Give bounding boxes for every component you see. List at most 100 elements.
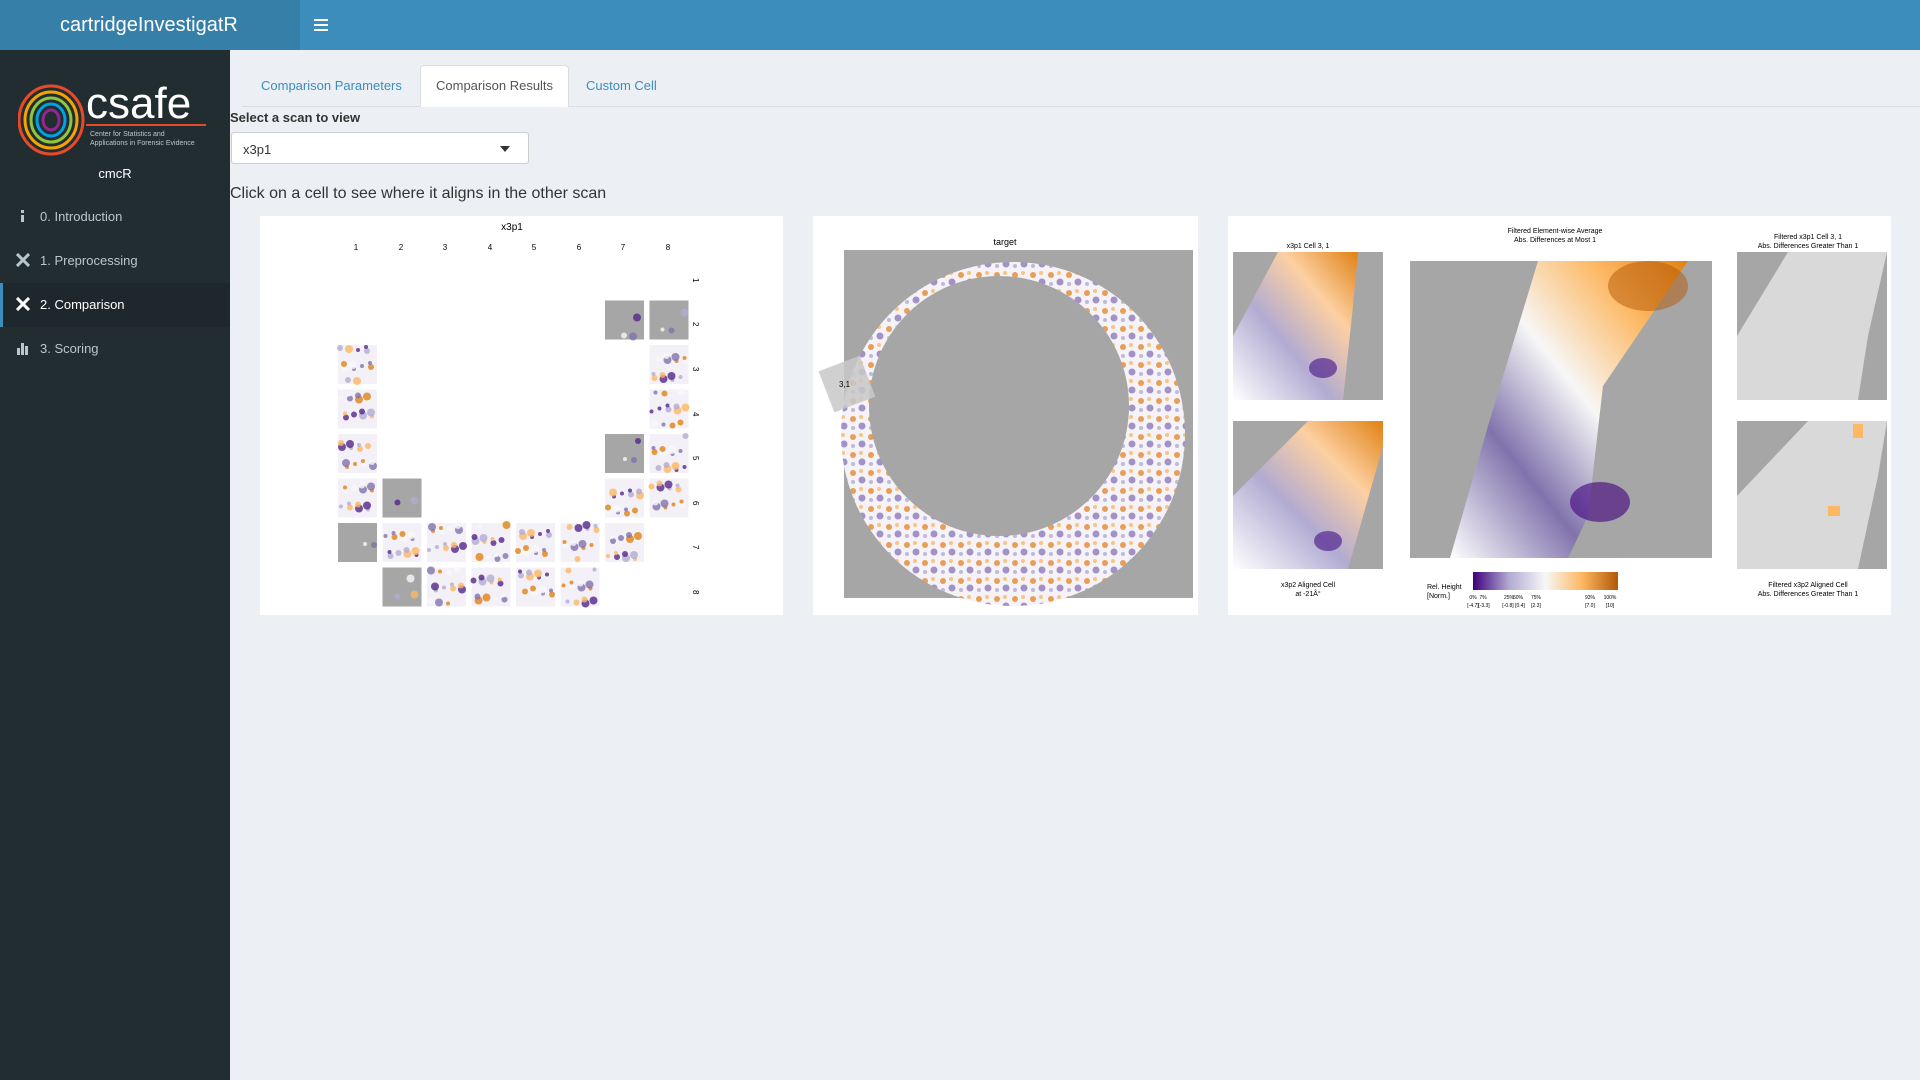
sidebar-item-scoring[interactable]: 3. Scoring — [0, 327, 230, 371]
sidebar-menu: 0. Introduction 1. Preprocessing 2. Comp… — [0, 195, 230, 371]
sidebar-item-introduction[interactable]: 0. Introduction — [0, 195, 230, 239]
grid-cell[interactable] — [649, 345, 689, 384]
target-plot: target 3,1 — [813, 216, 1198, 615]
right-bottom-title-line1: Filtered x3p2 Aligned Cell — [1768, 582, 1848, 589]
grid-cell[interactable] — [338, 434, 377, 473]
cell-grid-svg[interactable]: x3p1 1 2 3 4 5 6 7 8 1 2 3 4 5 6 7 8 — [260, 216, 783, 615]
app-title: cartridgeInvestigatR — [60, 14, 238, 36]
center-title-line2: Abs. Differences at Most 1 — [1514, 237, 1596, 244]
svg-text:0%: 0% — [1469, 595, 1477, 601]
scan-select-value: x3p1 — [243, 142, 272, 157]
cell-grid-plot[interactable]: x3p1 1 2 3 4 5 6 7 8 1 2 3 4 5 6 7 8 — [260, 216, 783, 615]
grid-cell[interactable] — [605, 523, 644, 562]
sidebar-subtitle: cmcR — [98, 166, 132, 181]
svg-text:2: 2 — [691, 322, 700, 327]
grid-cell[interactable] — [649, 300, 689, 340]
bar-chart-icon — [17, 343, 28, 355]
right-top-title-line1: Filtered x3p1 Cell 3, 1 — [1774, 234, 1842, 241]
tools-icon — [16, 253, 30, 267]
svg-text:Applications in Forensic Evide: Applications in Forensic Evidence — [90, 140, 195, 147]
svg-text:Rel. Height: Rel. Height — [1427, 584, 1462, 591]
grid-cell[interactable] — [338, 523, 377, 562]
left-top-title: x3p1 Cell 3, 1 — [1287, 243, 1330, 250]
svg-text:5: 5 — [532, 243, 537, 252]
grid-cell[interactable] — [382, 478, 422, 518]
grid-plot-title: x3p1 — [501, 222, 523, 233]
scan-select[interactable]: x3p1 — [231, 132, 529, 164]
tab-comparison-parameters[interactable]: Comparison Parameters — [245, 65, 418, 106]
csafe-logo: csafe Center for Statistics and Applicat… — [17, 68, 213, 168]
aligned-cell-label: 3,1 — [839, 380, 851, 389]
svg-text:50%: 50% — [1513, 595, 1524, 601]
grid-cell[interactable] — [337, 345, 377, 385]
sidebar-item-label: 3. Scoring — [40, 341, 99, 356]
svg-text:[Norm.]: [Norm.] — [1427, 593, 1450, 600]
center-title-line1: Filtered Element-wise Average — [1508, 228, 1603, 235]
grid-cell[interactable] — [471, 521, 511, 562]
height-legend: Rel. Height [Norm.] 0% 7% 25% 50% 75% 93… — [1427, 572, 1618, 609]
svg-text:4: 4 — [488, 243, 493, 252]
sidebar-item-preprocessing[interactable]: 1. Preprocessing — [0, 239, 230, 283]
sidebar-item-label: 2. Comparison — [40, 297, 125, 312]
grid-cell[interactable] — [515, 523, 555, 562]
svg-text:7: 7 — [691, 545, 700, 550]
grid-cell[interactable] — [338, 389, 377, 429]
svg-text:1: 1 — [354, 243, 359, 252]
sidebar-item-label: 1. Preprocessing — [40, 253, 138, 268]
sidebar-item-comparison[interactable]: 2. Comparison — [0, 283, 230, 327]
right-top-title-line2: Abs. Differences Greater Than 1 — [1758, 243, 1859, 250]
app-logo[interactable]: cartridgeInvestigatR — [0, 0, 300, 50]
grid-cell[interactable] — [649, 433, 689, 473]
grid-cell[interactable] — [560, 567, 600, 608]
svg-text:100%: 100% — [1604, 595, 1617, 601]
svg-text:Center for Statistics and: Center for Statistics and — [90, 131, 165, 138]
svg-text:8: 8 — [666, 243, 671, 252]
grid-cell[interactable] — [605, 434, 644, 473]
svg-text:7: 7 — [621, 243, 626, 252]
svg-text:3: 3 — [443, 243, 448, 252]
grid-cell[interactable] — [605, 478, 644, 518]
left-bottom-title-line1: x3p2 Aligned Cell — [1281, 582, 1336, 589]
results-tabs: Comparison Parameters Comparison Results… — [242, 65, 1920, 107]
info-icon — [21, 210, 24, 222]
svg-text:8: 8 — [691, 590, 700, 595]
scan-select-label: Select a scan to view — [230, 110, 361, 125]
svg-text:csafe: csafe — [86, 79, 191, 128]
svg-text:[7.0]: [7.0] — [1585, 603, 1595, 609]
svg-text:[-0.8]: [-0.8] — [1502, 603, 1514, 609]
grid-cell[interactable] — [382, 567, 422, 607]
grid-cell[interactable] — [560, 521, 600, 562]
tab-custom-cell[interactable]: Custom Cell — [570, 65, 673, 106]
target-plot-title: target — [993, 237, 1017, 247]
grid-cell[interactable] — [427, 566, 466, 607]
sidebar: csafe Center for Statistics and Applicat… — [0, 50, 230, 1080]
instruction-text: Click on a cell to see where it aligns i… — [230, 185, 607, 202]
sidebar-toggle-button[interactable] — [310, 0, 332, 50]
left-bottom-title-line2: at -21Â° — [1295, 589, 1321, 598]
tab-comparison-results[interactable]: Comparison Results — [420, 65, 570, 107]
svg-text:75%: 75% — [1531, 595, 1542, 601]
svg-text:4: 4 — [691, 412, 700, 417]
tools-icon — [16, 297, 30, 311]
svg-text:2: 2 — [399, 243, 404, 252]
svg-text:[10]: [10] — [1606, 603, 1615, 609]
grid-cells[interactable] — [337, 300, 690, 608]
svg-text:[2.3]: [2.3] — [1531, 603, 1541, 609]
svg-text:1: 1 — [691, 278, 700, 283]
grid-cell[interactable] — [648, 478, 689, 518]
svg-text:5: 5 — [691, 456, 700, 461]
svg-text:6: 6 — [691, 501, 700, 506]
grid-cell[interactable] — [427, 523, 467, 562]
grid-cell[interactable] — [382, 523, 422, 562]
svg-text:[0.4]: [0.4] — [1515, 603, 1525, 609]
svg-text:6: 6 — [577, 243, 582, 252]
grid-cell[interactable] — [605, 300, 644, 341]
grid-cell[interactable] — [338, 478, 377, 518]
grid-cell[interactable] — [470, 567, 511, 607]
grid-cell[interactable] — [516, 567, 555, 607]
target-hole — [869, 276, 1129, 536]
grid-cell[interactable] — [649, 387, 690, 429]
svg-text:[-3.3]: [-3.3] — [1478, 603, 1490, 609]
sidebar-item-label: 0. Introduction — [40, 209, 123, 224]
hamburger-icon — [314, 19, 328, 31]
